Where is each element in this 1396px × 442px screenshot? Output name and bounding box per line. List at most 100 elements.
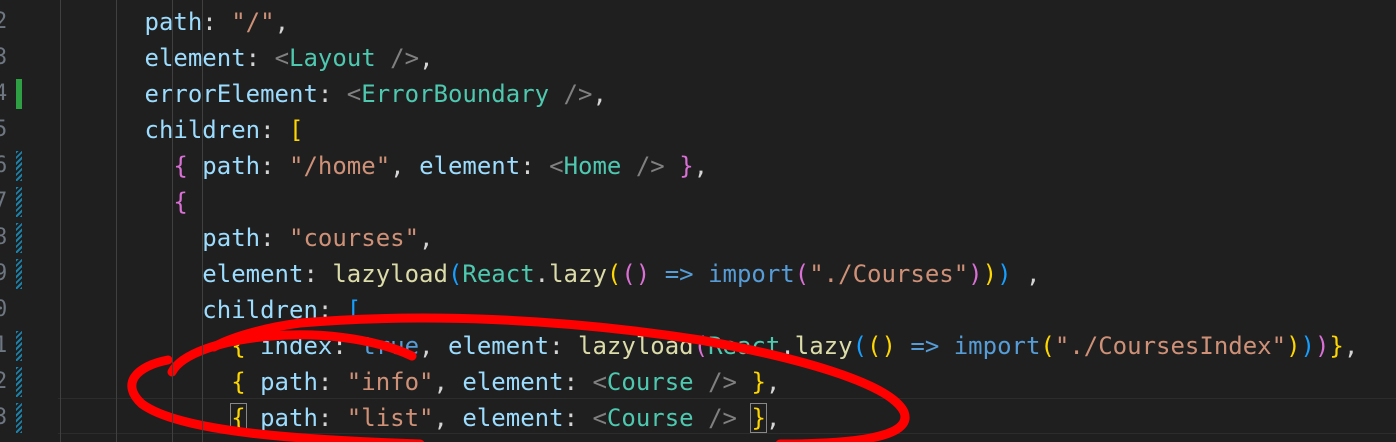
code-token: , <box>419 44 434 72</box>
code-token: () <box>621 260 651 288</box>
diff-marker-modified[interactable] <box>16 367 22 397</box>
code-line[interactable]: element: lazyload(React.lazy(() => impor… <box>202 256 1040 292</box>
code-token: ) <box>1300 332 1315 360</box>
code-token: element <box>462 404 564 432</box>
code-token: "./Courses" <box>809 260 969 288</box>
line-number: 4 <box>0 81 8 106</box>
diff-marker-modified[interactable] <box>16 331 22 361</box>
line-number: 9 <box>0 261 8 286</box>
code-token: "courses" <box>289 224 420 252</box>
code-token: : <box>260 116 289 144</box>
code-token: , <box>1011 260 1041 288</box>
code-token: Layout <box>289 44 376 72</box>
diff-marker-modified[interactable] <box>16 151 22 181</box>
code-token: Course <box>606 368 694 396</box>
code-line[interactable]: { <box>173 184 187 220</box>
code-token: { <box>173 152 188 180</box>
code-token: , <box>419 332 448 360</box>
code-token: ) <box>1286 332 1301 360</box>
code-line[interactable]: path: "courses", <box>202 220 433 256</box>
code-line[interactable]: { index: true, element: lazyload(React.l… <box>231 328 1358 364</box>
code-token: path <box>144 8 203 36</box>
code-line[interactable]: { path: "list", element: <Course /> }, <box>230 400 780 436</box>
diff-marker-modified[interactable] <box>16 223 22 253</box>
code-token: () <box>867 332 896 360</box>
code-token: index <box>260 332 333 360</box>
code-token: , <box>390 152 420 180</box>
code-token: : <box>317 80 347 108</box>
code-editor[interactable]: 234567890123 path: "/", element: <Layout … <box>0 0 1396 442</box>
line-number: 7 <box>0 189 8 214</box>
code-token: : <box>563 368 593 396</box>
code-line[interactable]: errorElement: <ErrorBoundary />, <box>145 76 607 112</box>
diff-marker-added[interactable] <box>16 79 22 109</box>
code-token: element <box>447 332 550 360</box>
code-token: < <box>549 152 564 180</box>
code-token: ) <box>968 260 983 288</box>
code-token: : <box>563 404 593 432</box>
code-token: => <box>895 332 954 360</box>
line-number: 8 <box>0 225 8 250</box>
code-token: : <box>260 224 289 252</box>
code-token: /> <box>375 44 420 72</box>
line-number: 1 <box>0 333 8 358</box>
indent-guide <box>172 0 173 442</box>
code-token: { <box>173 188 188 216</box>
code-token: Course <box>606 404 694 432</box>
code-token: : <box>549 332 579 360</box>
code-token: : <box>317 368 347 396</box>
diff-marker-modified[interactable] <box>16 187 22 217</box>
code-line[interactable]: element: <Layout />, <box>145 40 434 76</box>
line-number: 2 <box>0 9 8 34</box>
diff-marker-modified[interactable] <box>16 259 22 289</box>
code-token: ( <box>447 260 463 288</box>
line-number: 0 <box>0 297 8 322</box>
code-token: ) <box>1314 332 1330 360</box>
code-token: /> <box>693 368 737 396</box>
code-token: < <box>592 404 607 432</box>
code-token: [ <box>289 116 304 144</box>
diff-marker-modified[interactable] <box>16 403 22 433</box>
code-token: element <box>419 152 521 180</box>
code-token: element <box>202 260 304 288</box>
code-line[interactable]: { path: "/home", element: <Home /> }, <box>173 148 708 184</box>
code-token: path <box>260 368 318 396</box>
code-token: errorElement <box>144 80 318 108</box>
code-line[interactable]: path: "/", <box>145 4 290 40</box>
code-token: /> <box>549 80 593 108</box>
code-line[interactable]: { path: "info", element: <Course /> }, <box>231 364 780 400</box>
code-line[interactable]: children: [ <box>202 292 361 328</box>
line-number: 3 <box>0 45 8 70</box>
line-number: 5 <box>0 117 8 142</box>
code-token: . <box>534 260 550 288</box>
code-token: , <box>765 368 781 396</box>
code-token: { <box>231 332 246 360</box>
code-token: React <box>708 332 781 360</box>
indent-guide <box>116 0 117 442</box>
code-token: ( <box>1040 332 1055 360</box>
code-token: : <box>317 296 347 324</box>
code-token: lazyload <box>332 260 448 288</box>
code-token: , <box>274 8 290 36</box>
line-number: 6 <box>0 153 8 178</box>
code-token: "/home" <box>289 152 391 180</box>
code-token: "/" <box>231 8 275 36</box>
code-token: , <box>433 404 463 432</box>
code-token: , <box>419 224 434 252</box>
code-token: , <box>693 152 709 180</box>
code-token: ( <box>606 260 622 288</box>
code-token: [ <box>346 296 362 324</box>
code-token: ) <box>997 260 1012 288</box>
code-token: , <box>592 80 607 108</box>
line-number: 3 <box>0 405 8 430</box>
code-token: < <box>592 368 607 396</box>
indent-guide <box>60 0 61 442</box>
code-line[interactable]: children: [ <box>145 112 304 148</box>
code-token: , <box>433 368 463 396</box>
